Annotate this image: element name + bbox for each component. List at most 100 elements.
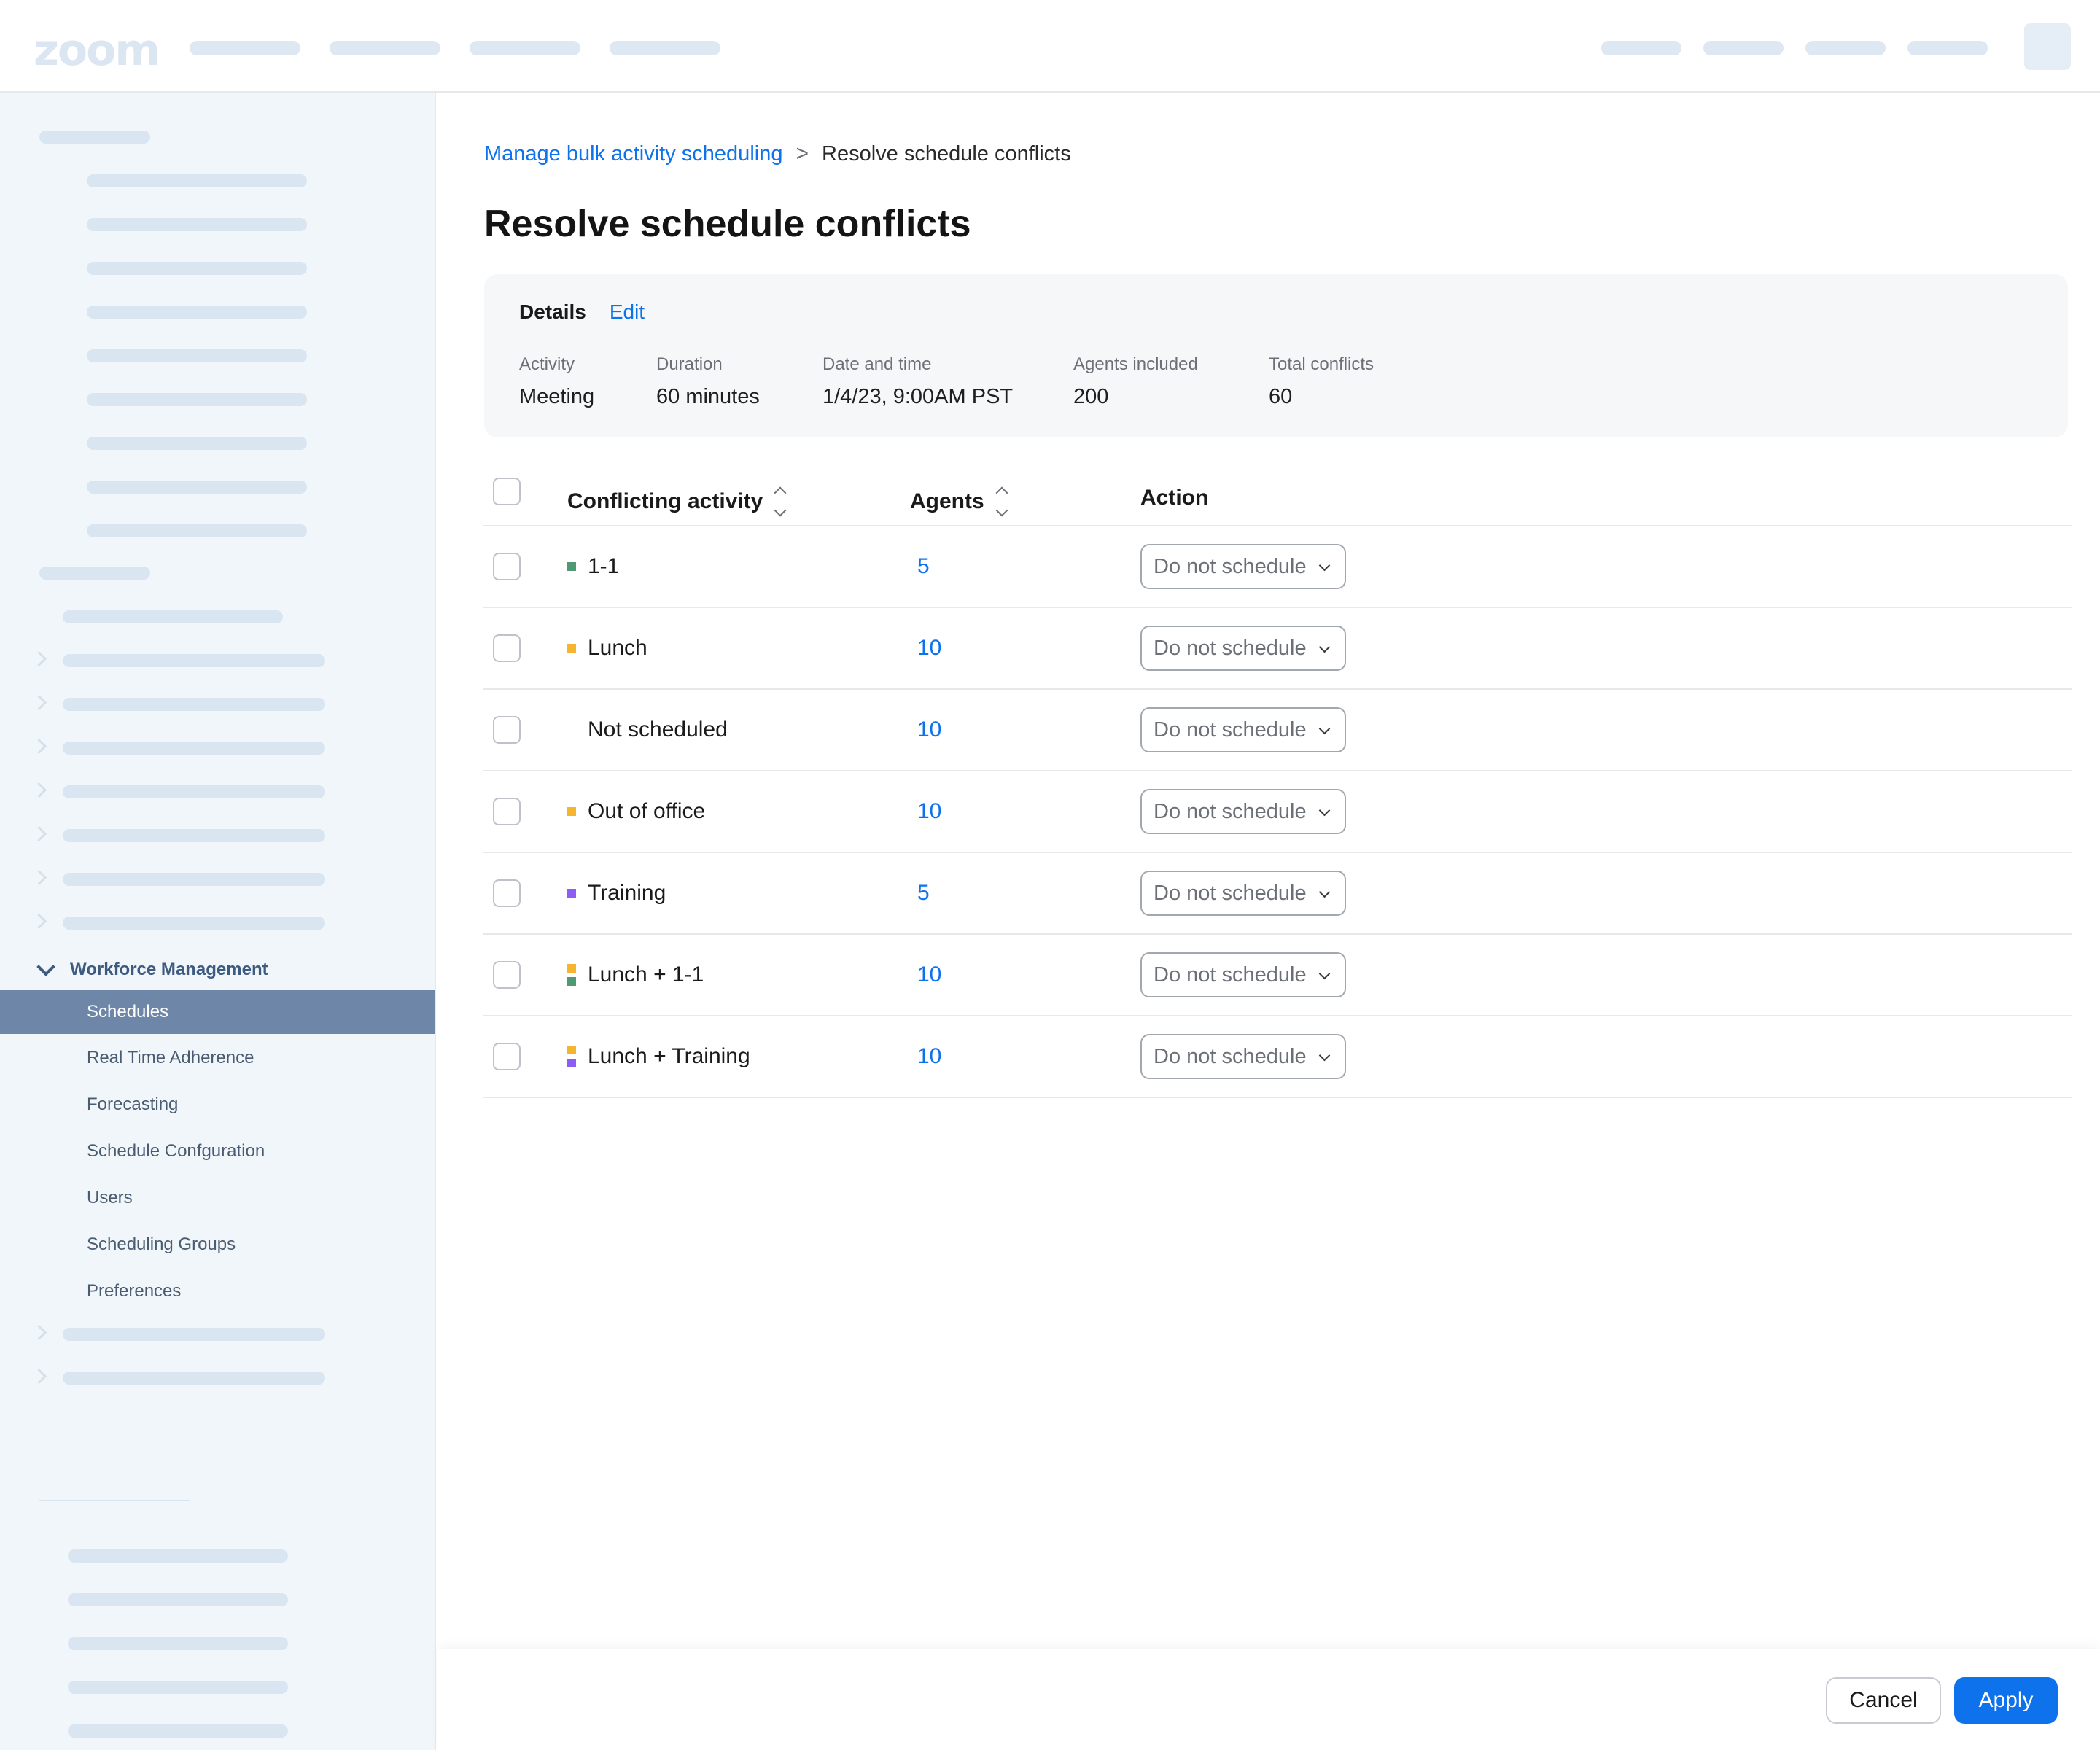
sidebar-placeholder[interactable] — [87, 174, 307, 187]
sidebar-placeholder[interactable] — [87, 393, 307, 406]
header-placeholder-3[interactable] — [1805, 41, 1886, 55]
detail-value: 200 — [1073, 385, 1109, 408]
row-checkbox[interactable] — [493, 798, 521, 825]
chevron-right-icon[interactable] — [31, 1368, 47, 1385]
agents-count-link[interactable]: 10 — [917, 636, 941, 661]
sidebar-placeholder[interactable] — [87, 218, 307, 231]
conflicting-activity-cell: Out of office — [567, 798, 705, 825]
chevron-right-icon[interactable] — [31, 738, 47, 755]
sidebar-item-real-time-adherence[interactable]: Real Time Adherence — [0, 1036, 435, 1080]
row-checkbox[interactable] — [493, 716, 521, 744]
sidebar-placeholder[interactable] — [63, 654, 325, 667]
sidebar-placeholder[interactable] — [87, 262, 307, 275]
header-placeholder-2[interactable] — [1703, 41, 1784, 55]
sidebar-placeholder[interactable] — [68, 1637, 288, 1650]
sidebar-item-preferences[interactable]: Preferences — [0, 1269, 435, 1313]
action-select-value: Do not schedule — [1154, 962, 1307, 987]
sidebar-placeholder[interactable] — [63, 742, 325, 755]
cancel-button[interactable]: Cancel — [1826, 1677, 1941, 1724]
chevron-down-icon — [1318, 723, 1331, 735]
sidebar-item-schedules[interactable]: Schedules — [0, 990, 435, 1034]
action-select[interactable]: Do not schedule — [1140, 1034, 1346, 1079]
header-placeholder-1[interactable] — [1601, 41, 1681, 55]
chevron-right-icon[interactable] — [31, 694, 47, 711]
detail-value: Meeting — [519, 385, 595, 408]
chevron-right-icon[interactable] — [31, 869, 47, 886]
conflicting-activity-cell: Lunch + Training — [567, 1043, 750, 1070]
activity-color-indicator — [567, 889, 576, 898]
row-checkbox[interactable] — [493, 961, 521, 989]
sidebar-placeholder[interactable] — [68, 1549, 288, 1563]
detail-label: Activity — [519, 354, 575, 374]
agents-count-link[interactable]: 10 — [917, 799, 941, 824]
edit-details-link[interactable]: Edit — [610, 300, 645, 324]
sidebar-placeholder[interactable] — [68, 1681, 288, 1694]
agents-count-link[interactable]: 5 — [917, 881, 930, 906]
sidebar-placeholder[interactable] — [87, 524, 307, 537]
sidebar-placeholder[interactable] — [87, 306, 307, 319]
sidebar-item-scheduling-groups[interactable]: Scheduling Groups — [0, 1223, 435, 1267]
apply-button[interactable]: Apply — [1954, 1677, 2058, 1724]
activity-color-indicator — [567, 562, 576, 571]
header-placeholder-4[interactable] — [1908, 41, 1988, 55]
chevron-right-icon[interactable] — [31, 782, 47, 798]
row-checkbox[interactable] — [493, 1043, 521, 1070]
sidebar-item-users[interactable]: Users — [0, 1176, 435, 1220]
chevron-right-icon[interactable] — [31, 913, 47, 930]
nav-placeholder-1[interactable] — [190, 41, 300, 55]
nav-placeholder-4[interactable] — [610, 41, 720, 55]
sidebar-placeholder[interactable] — [63, 917, 325, 930]
action-select[interactable]: Do not schedule — [1140, 626, 1346, 671]
sidebar-item-forecasting[interactable]: Forecasting — [0, 1083, 435, 1127]
row-checkbox[interactable] — [493, 634, 521, 662]
column-header-conflicting-activity[interactable]: Conflicting activity — [567, 486, 788, 518]
chevron-down-icon — [1318, 968, 1331, 980]
row-checkbox[interactable] — [493, 553, 521, 580]
sort-icon[interactable] — [773, 486, 788, 518]
sidebar-placeholder[interactable] — [87, 437, 307, 450]
agents-count-link[interactable]: 10 — [917, 962, 941, 987]
sidebar-placeholder[interactable] — [63, 698, 325, 711]
sidebar-placeholder[interactable] — [87, 349, 307, 362]
table-row: Out of office 10 Do not schedule — [483, 771, 2072, 853]
breadcrumb: Manage bulk activity scheduling > Resolv… — [484, 141, 1071, 166]
row-checkbox[interactable] — [493, 879, 521, 907]
action-select[interactable]: Do not schedule — [1140, 952, 1346, 998]
agents-count-link[interactable]: 10 — [917, 718, 941, 742]
table-row: 1-1 5 Do not schedule — [483, 526, 2072, 608]
zoom-logo[interactable]: zoom — [34, 25, 160, 76]
sidebar-placeholder[interactable] — [87, 481, 307, 494]
sidebar-placeholder[interactable] — [63, 829, 325, 842]
action-select[interactable]: Do not schedule — [1140, 544, 1346, 589]
sort-icon[interactable] — [995, 486, 1009, 518]
sidebar-placeholder[interactable] — [63, 1328, 325, 1341]
sidebar-item-schedule-configuration[interactable]: Schedule Confguration — [0, 1129, 435, 1173]
conflicting-activity-cell: Training — [567, 879, 666, 907]
detail-label: Date and time — [822, 354, 932, 374]
action-select[interactable]: Do not schedule — [1140, 789, 1346, 834]
activity-color-swatch — [567, 889, 576, 898]
action-select[interactable]: Do not schedule — [1140, 707, 1346, 752]
sidebar-placeholder[interactable] — [63, 873, 325, 886]
sidebar-placeholder[interactable] — [68, 1593, 288, 1606]
breadcrumb-link-manage-bulk-activity-scheduling[interactable]: Manage bulk activity scheduling — [484, 142, 782, 166]
agents-count-link[interactable]: 5 — [917, 554, 930, 579]
sidebar-placeholder[interactable] — [63, 1372, 325, 1385]
sidebar-placeholder[interactable] — [68, 1724, 288, 1738]
chevron-right-icon[interactable] — [31, 825, 47, 842]
action-select[interactable]: Do not schedule — [1140, 871, 1346, 916]
select-all-checkbox[interactable] — [493, 478, 521, 505]
detail-value: 60 minutes — [656, 385, 760, 408]
chevron-right-icon[interactable] — [31, 650, 47, 667]
sidebar-section-workforce-management[interactable]: Workforce Management — [34, 955, 268, 984]
table-header-row: Conflicting activity Agents Action — [483, 467, 2072, 526]
nav-placeholder-3[interactable] — [470, 41, 580, 55]
detail-value: 1/4/23, 9:00AM PST — [822, 385, 1014, 408]
sidebar-placeholder[interactable] — [63, 785, 325, 798]
column-header-agents[interactable]: Agents — [910, 486, 1009, 518]
agents-count-link[interactable]: 10 — [917, 1044, 941, 1069]
nav-placeholder-2[interactable] — [330, 41, 440, 55]
chevron-right-icon[interactable] — [31, 1324, 47, 1341]
sidebar-placeholder[interactable] — [63, 610, 283, 623]
avatar[interactable] — [2024, 23, 2071, 70]
